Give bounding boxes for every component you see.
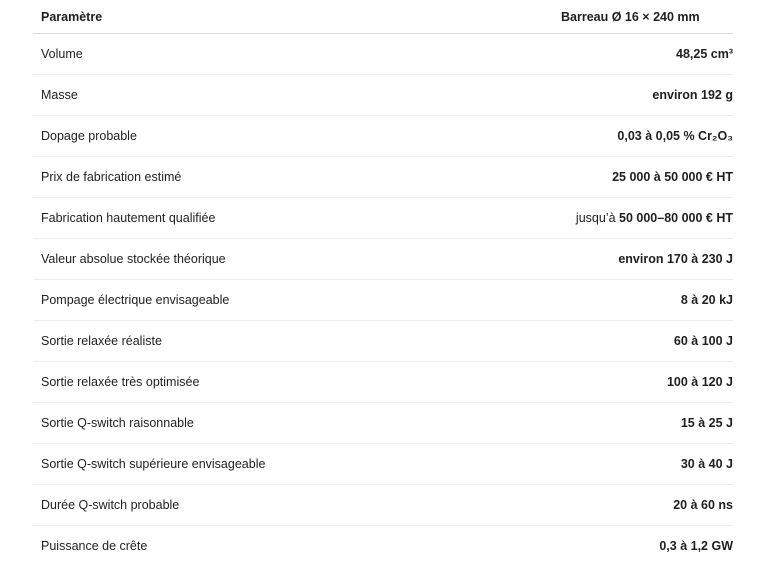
row-label: Valeur absolue stockée théorique bbox=[33, 239, 468, 280]
table-row: Fabrication hautement qualifiée jusqu’à … bbox=[33, 198, 733, 239]
row-label: Fabrication hautement qualifiée bbox=[33, 198, 468, 239]
row-label: Durée Q-switch probable bbox=[33, 485, 468, 526]
table-row: Sortie relaxée très optimisée 100 à 120 … bbox=[33, 362, 733, 403]
row-value: 30 à 40 J bbox=[468, 444, 733, 485]
table-row: Prix de fabrication estimé 25 000 à 50 0… bbox=[33, 157, 733, 198]
row-label: Sortie relaxée réaliste bbox=[33, 321, 468, 362]
row-label: Dopage probable bbox=[33, 116, 468, 157]
row-value: environ 170 à 230 J bbox=[468, 239, 733, 280]
header-barreau: Barreau Ø 16 × 240 mm bbox=[468, 0, 733, 34]
row-label: Sortie Q-switch supérieure envisageable bbox=[33, 444, 468, 485]
parameter-table: Paramètre Barreau Ø 16 × 240 mm Volume 4… bbox=[33, 0, 733, 566]
table-row: Sortie Q-switch raisonnable 15 à 25 J bbox=[33, 403, 733, 444]
header-parametre: Paramètre bbox=[33, 0, 468, 34]
row-value: 0,03 à 0,05 % Cr₂O₃ bbox=[468, 116, 733, 157]
table-header-row: Paramètre Barreau Ø 16 × 240 mm bbox=[33, 0, 733, 34]
row-label: Sortie relaxée très optimisée bbox=[33, 362, 468, 403]
row-value: 25 000 à 50 000 € HT bbox=[468, 157, 733, 198]
row-value: 100 à 120 J bbox=[468, 362, 733, 403]
row-label: Prix de fabrication estimé bbox=[33, 157, 468, 198]
row-value: 20 à 60 ns bbox=[468, 485, 733, 526]
table-row: Volume 48,25 cm³ bbox=[33, 34, 733, 75]
row-value: 60 à 100 J bbox=[468, 321, 733, 362]
table-row: Durée Q-switch probable 20 à 60 ns bbox=[33, 485, 733, 526]
row-label: Masse bbox=[33, 75, 468, 116]
row-label: Pompage électrique envisageable bbox=[33, 280, 468, 321]
row-value-main: 50 000–80 000 € HT bbox=[619, 211, 733, 225]
row-value: 15 à 25 J bbox=[468, 403, 733, 444]
table-row: Dopage probable 0,03 à 0,05 % Cr₂O₃ bbox=[33, 116, 733, 157]
row-value: 8 à 20 kJ bbox=[468, 280, 733, 321]
row-label: Volume bbox=[33, 34, 468, 75]
table-row: Sortie Q-switch supérieure envisageable … bbox=[33, 444, 733, 485]
row-value: 48,25 cm³ bbox=[468, 34, 733, 75]
row-value: jusqu’à 50 000–80 000 € HT bbox=[468, 198, 733, 239]
table-row: Pompage électrique envisageable 8 à 20 k… bbox=[33, 280, 733, 321]
row-value: environ 192 g bbox=[468, 75, 733, 116]
row-value-prefix: jusqu’à bbox=[576, 211, 619, 225]
table-row: Sortie relaxée réaliste 60 à 100 J bbox=[33, 321, 733, 362]
table-row: Masse environ 192 g bbox=[33, 75, 733, 116]
parameter-table-container: Paramètre Barreau Ø 16 × 240 mm Volume 4… bbox=[33, 0, 733, 566]
row-label: Sortie Q-switch raisonnable bbox=[33, 403, 468, 444]
table-row: Valeur absolue stockée théorique environ… bbox=[33, 239, 733, 280]
